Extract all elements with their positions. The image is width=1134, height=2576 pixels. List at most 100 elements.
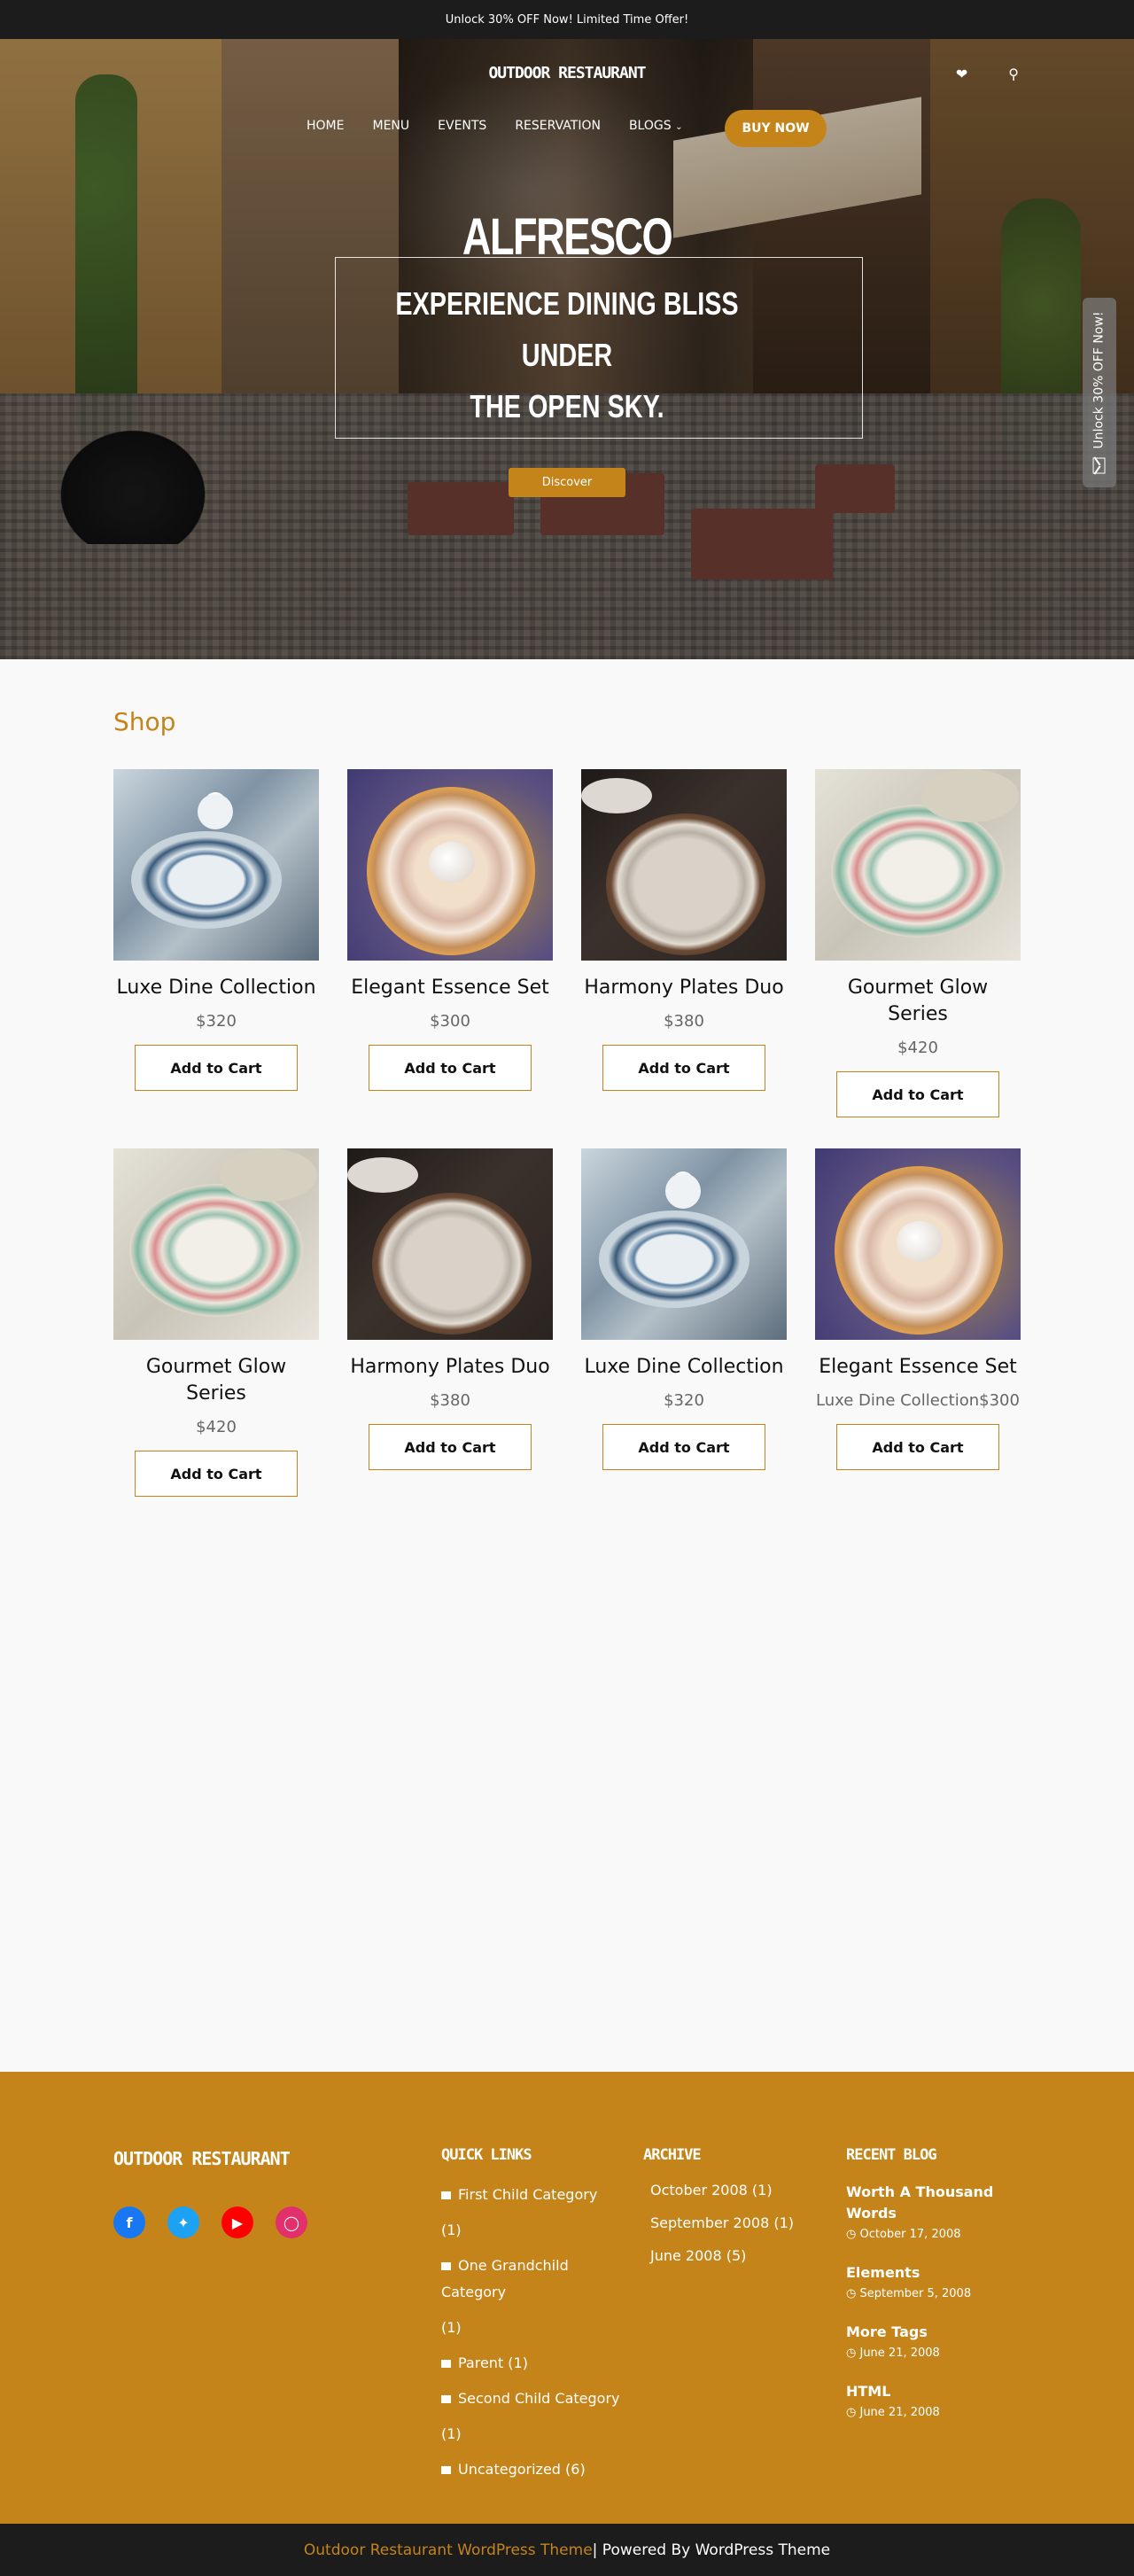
search-icon[interactable]: ⚲ <box>1008 66 1019 82</box>
quick-link-label: Parent (1) <box>458 2354 528 2371</box>
quick-link-label: First Child Category <box>458 2186 598 2203</box>
folder-icon <box>441 2262 451 2270</box>
add-to-cart-button[interactable]: Add to Cart <box>602 1424 765 1470</box>
product-card: Gourmet Glow Series $420 Add to Cart <box>113 1148 319 1497</box>
add-to-cart-button[interactable]: Add to Cart <box>602 1045 765 1091</box>
product-name[interactable]: Gourmet Glow Series <box>815 975 1021 1028</box>
footer-logo[interactable]: OUTDOOR RESTAURANT <box>113 2148 291 2169</box>
recent-post-date-label: June 21, 2008 <box>859 2406 940 2419</box>
hero-banner: OUTDOOR RESTAURANT ❤ ⚲ HOME MENU EVENTS … <box>0 39 1134 659</box>
theme-link[interactable]: Outdoor Restaurant WordPress Theme <box>304 2541 593 2559</box>
product-card: Elegant Essence Set Luxe Dine Collection… <box>815 1148 1021 1470</box>
product-image[interactable] <box>815 769 1021 961</box>
recent-post-date: ◷ June 21, 2008 <box>846 2406 1023 2419</box>
product-price: $420 <box>897 1039 938 1057</box>
product-name[interactable]: Luxe Dine Collection <box>113 975 319 1001</box>
chevron-down-icon: ⌄ <box>675 122 683 132</box>
recent-post-title[interactable]: Elements <box>846 2262 1023 2284</box>
product-name[interactable]: Elegant Essence Set <box>815 1354 1021 1381</box>
nav-item-menu[interactable]: MENU <box>372 119 409 133</box>
recent-post-title[interactable]: Worth A Thousand Words <box>846 2182 1023 2224</box>
product-name[interactable]: Harmony Plates Duo <box>581 975 787 1001</box>
quick-link-count: (1) <box>441 2319 462 2336</box>
add-to-cart-button[interactable]: Add to Cart <box>135 1451 298 1497</box>
archive: ARCHIVE October 2008 (1) September 2008 … <box>643 2146 820 2280</box>
product-name[interactable]: Harmony Plates Duo <box>347 1354 553 1381</box>
youtube-icon[interactable]: ▶ <box>221 2206 253 2238</box>
archive-link[interactable]: June 2008 (5) <box>643 2247 820 2264</box>
product-image[interactable] <box>581 769 787 961</box>
heart-icon[interactable]: ❤ <box>956 66 967 82</box>
add-to-cart-button[interactable]: Add to Cart <box>369 1424 532 1470</box>
product-price: $300 <box>430 1012 470 1031</box>
quick-link-count: (1) <box>441 2222 462 2238</box>
add-to-cart-button[interactable]: Add to Cart <box>135 1045 298 1091</box>
quick-link[interactable]: Second Child Category <box>441 2385 627 2412</box>
archive-link[interactable]: September 2008 (1) <box>643 2214 820 2231</box>
product-image[interactable] <box>815 1148 1021 1340</box>
facebook-icon[interactable]: f <box>113 2206 145 2238</box>
product-price: $380 <box>664 1012 704 1031</box>
nav-item-reservation[interactable]: RESERVATION <box>515 119 601 133</box>
quick-links-title: QUICK LINKS <box>441 2146 532 2164</box>
promo-side-tab[interactable]: Unlock 30% OFF Now! <box>1083 298 1116 487</box>
nav-item-blogs-label: BLOGS <box>628 119 672 133</box>
product-card: Luxe Dine Collection $320 Add to Cart <box>113 769 319 1091</box>
mail-icon <box>1093 457 1107 474</box>
nav-item-events[interactable]: EVENTS <box>438 119 486 133</box>
nav-item-blogs[interactable]: BLOGS ⌄ <box>629 119 683 133</box>
nav-item-home[interactable]: HOME <box>307 119 344 133</box>
product-price: $380 <box>430 1391 470 1410</box>
site-header: OUTDOOR RESTAURANT ❤ ⚲ HOME MENU EVENTS … <box>0 39 1134 154</box>
header-icons: ❤ ⚲ <box>956 66 1019 82</box>
recent-post-date-label: September 5, 2008 <box>859 2287 972 2300</box>
quick-link[interactable]: Uncategorized (6) <box>441 2456 627 2483</box>
quick-link-label: One Grandchild Category <box>441 2257 569 2300</box>
recent-post: More Tags ◷ June 21, 2008 <box>846 2322 1023 2360</box>
quick-link[interactable]: First Child Category <box>441 2182 627 2208</box>
recent-blog: RECENT BLOG Worth A Thousand Words ◷ Oct… <box>846 2146 1023 2440</box>
product-image[interactable] <box>113 769 319 961</box>
product-image[interactable] <box>347 1148 553 1340</box>
product-image[interactable] <box>347 769 553 961</box>
recent-post-date: ◷ June 21, 2008 <box>846 2346 1023 2360</box>
quick-link[interactable]: Parent (1) <box>441 2350 627 2377</box>
promo-side-tab-label: Unlock 30% OFF Now! <box>1092 311 1107 449</box>
product-image[interactable] <box>581 1148 787 1340</box>
add-to-cart-button[interactable]: Add to Cart <box>369 1045 532 1091</box>
recent-post: Worth A Thousand Words ◷ October 17, 200… <box>846 2182 1023 2241</box>
instagram-icon[interactable]: ◯ <box>276 2206 307 2238</box>
recent-post-title[interactable]: More Tags <box>846 2322 1023 2343</box>
archive-title: ARCHIVE <box>643 2146 702 2164</box>
quick-link[interactable]: One Grandchild Category <box>441 2253 627 2306</box>
powered-by-text: | Powered By WordPress Theme <box>592 2541 831 2559</box>
recent-post-title[interactable]: HTML <box>846 2381 1023 2402</box>
product-price: Luxe Dine Collection$300 <box>816 1391 1020 1410</box>
product-price: $320 <box>664 1391 704 1410</box>
product-name[interactable]: Gourmet Glow Series <box>113 1354 319 1407</box>
promo-bar: Unlock 30% OFF Now! Limited Time Offer! <box>0 0 1134 39</box>
hero-title: ALFRESCO <box>462 208 673 266</box>
hero-subtitle-line: THE OPEN SKY. <box>470 388 664 424</box>
quick-link-count: (1) <box>441 2425 462 2442</box>
clock-icon: ◷ <box>846 2346 857 2360</box>
archive-link[interactable]: October 2008 (1) <box>643 2182 820 2199</box>
buy-now-button[interactable]: BUY NOW <box>725 110 827 147</box>
recent-post-date-label: June 21, 2008 <box>859 2346 940 2360</box>
social-links: f ✦ ▶ ◯ <box>113 2206 307 2238</box>
clock-icon: ◷ <box>846 2228 857 2241</box>
product-price: $320 <box>196 1012 237 1031</box>
discover-button[interactable]: Discover <box>509 468 625 497</box>
product-image[interactable] <box>113 1148 319 1340</box>
folder-icon <box>441 2191 451 2199</box>
add-to-cart-button[interactable]: Add to Cart <box>836 1071 999 1117</box>
recent-post-date-label: October 17, 2008 <box>859 2228 961 2241</box>
clock-icon: ◷ <box>846 2406 857 2419</box>
product-name[interactable]: Luxe Dine Collection <box>581 1354 787 1381</box>
twitter-icon[interactable]: ✦ <box>167 2206 199 2238</box>
recent-post-date: ◷ September 5, 2008 <box>846 2287 1023 2300</box>
add-to-cart-button[interactable]: Add to Cart <box>836 1424 999 1470</box>
product-name[interactable]: Elegant Essence Set <box>347 975 553 1001</box>
product-card: Elegant Essence Set $300 Add to Cart <box>347 769 553 1091</box>
recent-post: Elements ◷ September 5, 2008 <box>846 2262 1023 2300</box>
